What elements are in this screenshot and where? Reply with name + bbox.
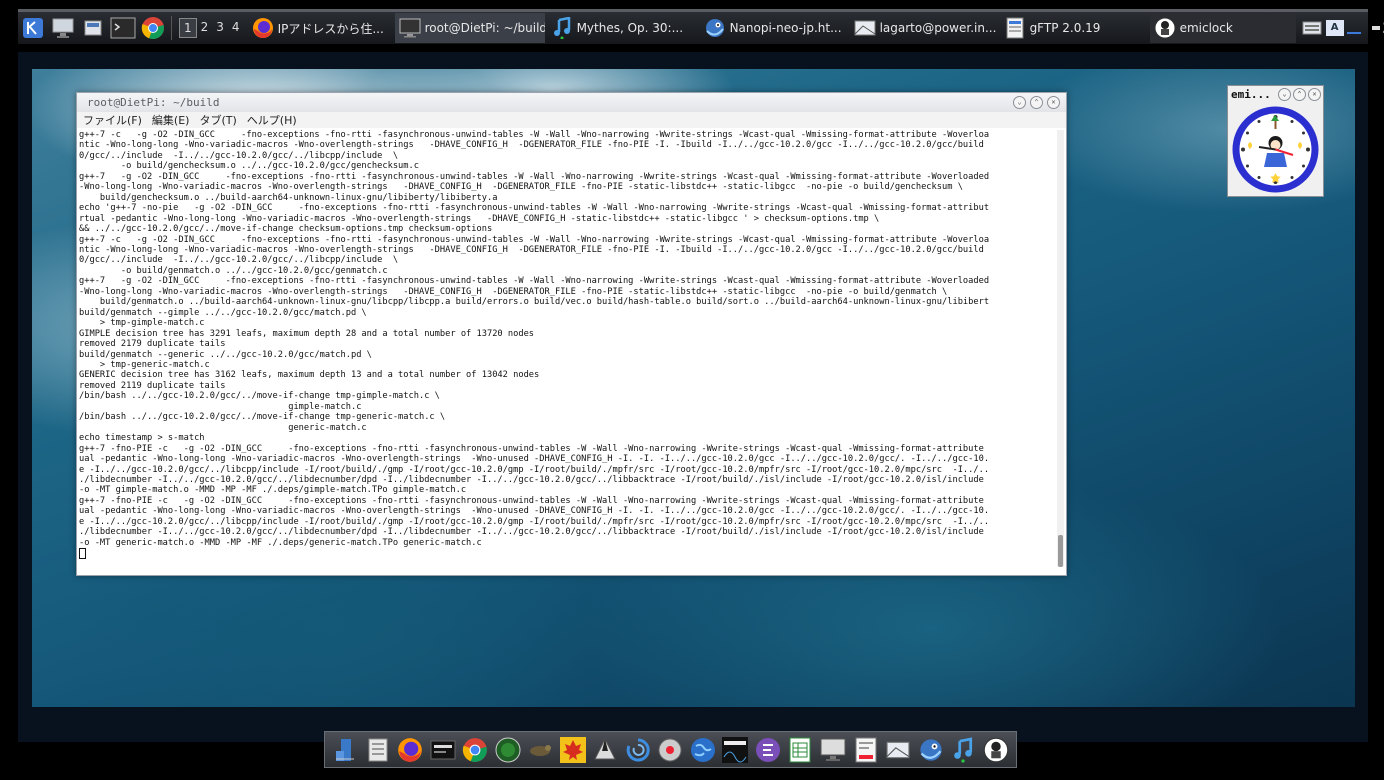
desktop-pager: 1 2 3 4 bbox=[179, 18, 244, 38]
task-label: emiclock bbox=[1179, 21, 1233, 35]
emiclock-icon bbox=[1154, 17, 1176, 39]
terminal-menubar: ファイル(F) 編集(E) タブ(T) ヘルプ(H) bbox=[77, 112, 1066, 128]
task-terminal[interactable]: root@DietPi: ~/build bbox=[394, 13, 545, 43]
window-title: root@DietPi: ~/build bbox=[87, 96, 220, 109]
task-label: Mythes, Op. 30:... bbox=[576, 21, 684, 35]
home-folder-icon[interactable] bbox=[331, 736, 359, 764]
desktop-1[interactable]: 1 bbox=[179, 18, 197, 38]
terminal-icon bbox=[399, 17, 421, 39]
bird-icon bbox=[704, 17, 726, 39]
monitor-icon[interactable] bbox=[819, 736, 847, 764]
input-method-indicator[interactable]: A bbox=[1325, 20, 1344, 36]
task-label: lagarto@power.in... bbox=[879, 21, 997, 35]
spreadsheet-icon[interactable] bbox=[786, 736, 814, 764]
show-desktop-icon[interactable] bbox=[50, 15, 76, 41]
close-button[interactable]: ✕ bbox=[1047, 96, 1060, 109]
maximize-button[interactable]: ⌃ bbox=[1030, 96, 1043, 109]
maximize-button[interactable]: ⌃ bbox=[1293, 88, 1306, 101]
window-list-icon[interactable] bbox=[80, 15, 106, 41]
lizard-icon[interactable] bbox=[526, 736, 554, 764]
terminal-scrollbar[interactable] bbox=[1057, 130, 1064, 567]
mail-icon bbox=[854, 17, 876, 39]
terminal-launcher-icon[interactable] bbox=[110, 15, 136, 41]
ftp-icon bbox=[1004, 17, 1026, 39]
emacs-icon[interactable] bbox=[754, 736, 782, 764]
terminal-titlebar[interactable]: root@DietPi: ~/build ⌄ ⌃ ✕ bbox=[77, 93, 1066, 112]
chrome-icon[interactable] bbox=[461, 736, 489, 764]
separator bbox=[171, 16, 172, 40]
green-orb-icon[interactable] bbox=[494, 736, 522, 764]
task-label: IPアドレスから住... bbox=[277, 21, 384, 36]
dock bbox=[324, 731, 1017, 768]
music-note-icon[interactable] bbox=[949, 736, 977, 764]
analog-clock-face bbox=[1232, 106, 1319, 193]
files-icon[interactable] bbox=[364, 736, 392, 764]
bird-icon[interactable] bbox=[917, 736, 945, 764]
window-buttons: ⌄ ⌃ ✕ bbox=[1278, 88, 1323, 101]
scrollbar-thumb[interactable] bbox=[1058, 535, 1063, 567]
menu-help[interactable]: ヘルプ(H) bbox=[247, 112, 297, 128]
taskbar: 1 2 3 4 IPアドレスから住... root@DietPi: ~/buil… bbox=[18, 9, 1384, 44]
close-button[interactable]: ✕ bbox=[1308, 88, 1321, 101]
mail-icon[interactable] bbox=[884, 736, 912, 764]
desktop-2[interactable]: 2 bbox=[197, 18, 213, 38]
firefox-icon bbox=[252, 17, 274, 39]
firefox-icon[interactable] bbox=[396, 736, 424, 764]
task-browser-page[interactable]: Nanopi-neo-jp.ht... bbox=[700, 13, 848, 43]
task-label: Nanopi-neo-jp.ht... bbox=[729, 21, 842, 35]
input-mode-bar bbox=[1346, 32, 1361, 34]
desktop-4[interactable]: 4 bbox=[228, 18, 244, 38]
menu-file[interactable]: ファイル(F) bbox=[83, 112, 142, 128]
maple-leaf-icon[interactable] bbox=[559, 736, 587, 764]
chrome-launcher-icon[interactable] bbox=[140, 15, 166, 41]
text-cursor bbox=[79, 548, 86, 560]
minimize-button[interactable]: ⌄ bbox=[1278, 88, 1291, 101]
disk-utility-icon[interactable] bbox=[656, 736, 684, 764]
task-gftp[interactable]: gFTP 2.0.19 bbox=[1000, 13, 1148, 43]
music-note-icon bbox=[551, 17, 573, 39]
task-emiclock[interactable]: emiclock bbox=[1149, 13, 1296, 43]
clock-icon[interactable] bbox=[429, 736, 457, 764]
task-firefox[interactable]: IPアドレスから住... bbox=[248, 13, 393, 43]
task-label: root@DietPi: ~/build bbox=[424, 21, 545, 35]
inkscape-icon[interactable] bbox=[591, 736, 619, 764]
keyboard-layout-icon[interactable] bbox=[1300, 15, 1324, 41]
minimize-button[interactable]: ⌄ bbox=[1013, 96, 1026, 109]
swirl-icon[interactable] bbox=[624, 736, 652, 764]
terminal-window: root@DietPi: ~/build ⌄ ⌃ ✕ ファイル(F) 編集(E)… bbox=[76, 92, 1067, 576]
window-buttons: ⌄ ⌃ ✕ bbox=[1013, 96, 1066, 109]
document-icon[interactable] bbox=[852, 736, 880, 764]
window-title: emi... bbox=[1231, 88, 1271, 101]
tascam-icon[interactable] bbox=[721, 736, 749, 764]
volume-icon[interactable] bbox=[1371, 15, 1381, 41]
emiclock-icon[interactable] bbox=[982, 736, 1010, 764]
task-mail[interactable]: lagarto@power.in... bbox=[850, 13, 998, 43]
globe-icon[interactable] bbox=[689, 736, 717, 764]
emiclock-window: emi... ⌄ ⌃ ✕ bbox=[1227, 85, 1324, 197]
terminal-text: g++-7 -c -g -O2 -DIN_GCC -fno-exceptions… bbox=[79, 130, 990, 548]
menu-tabs[interactable]: タブ(T) bbox=[199, 112, 236, 128]
kde-menu-icon[interactable] bbox=[20, 15, 46, 41]
emiclock-titlebar[interactable]: emi... ⌄ ⌃ ✕ bbox=[1228, 86, 1323, 103]
desktop-3[interactable]: 3 bbox=[212, 18, 228, 38]
menu-edit[interactable]: 編集(E) bbox=[152, 112, 190, 128]
task-label: gFTP 2.0.19 bbox=[1029, 21, 1101, 35]
task-music[interactable]: Mythes, Op. 30:... bbox=[547, 13, 698, 43]
terminal-output[interactable]: g++-7 -c -g -O2 -DIN_GCC -fno-exceptions… bbox=[79, 130, 1054, 565]
